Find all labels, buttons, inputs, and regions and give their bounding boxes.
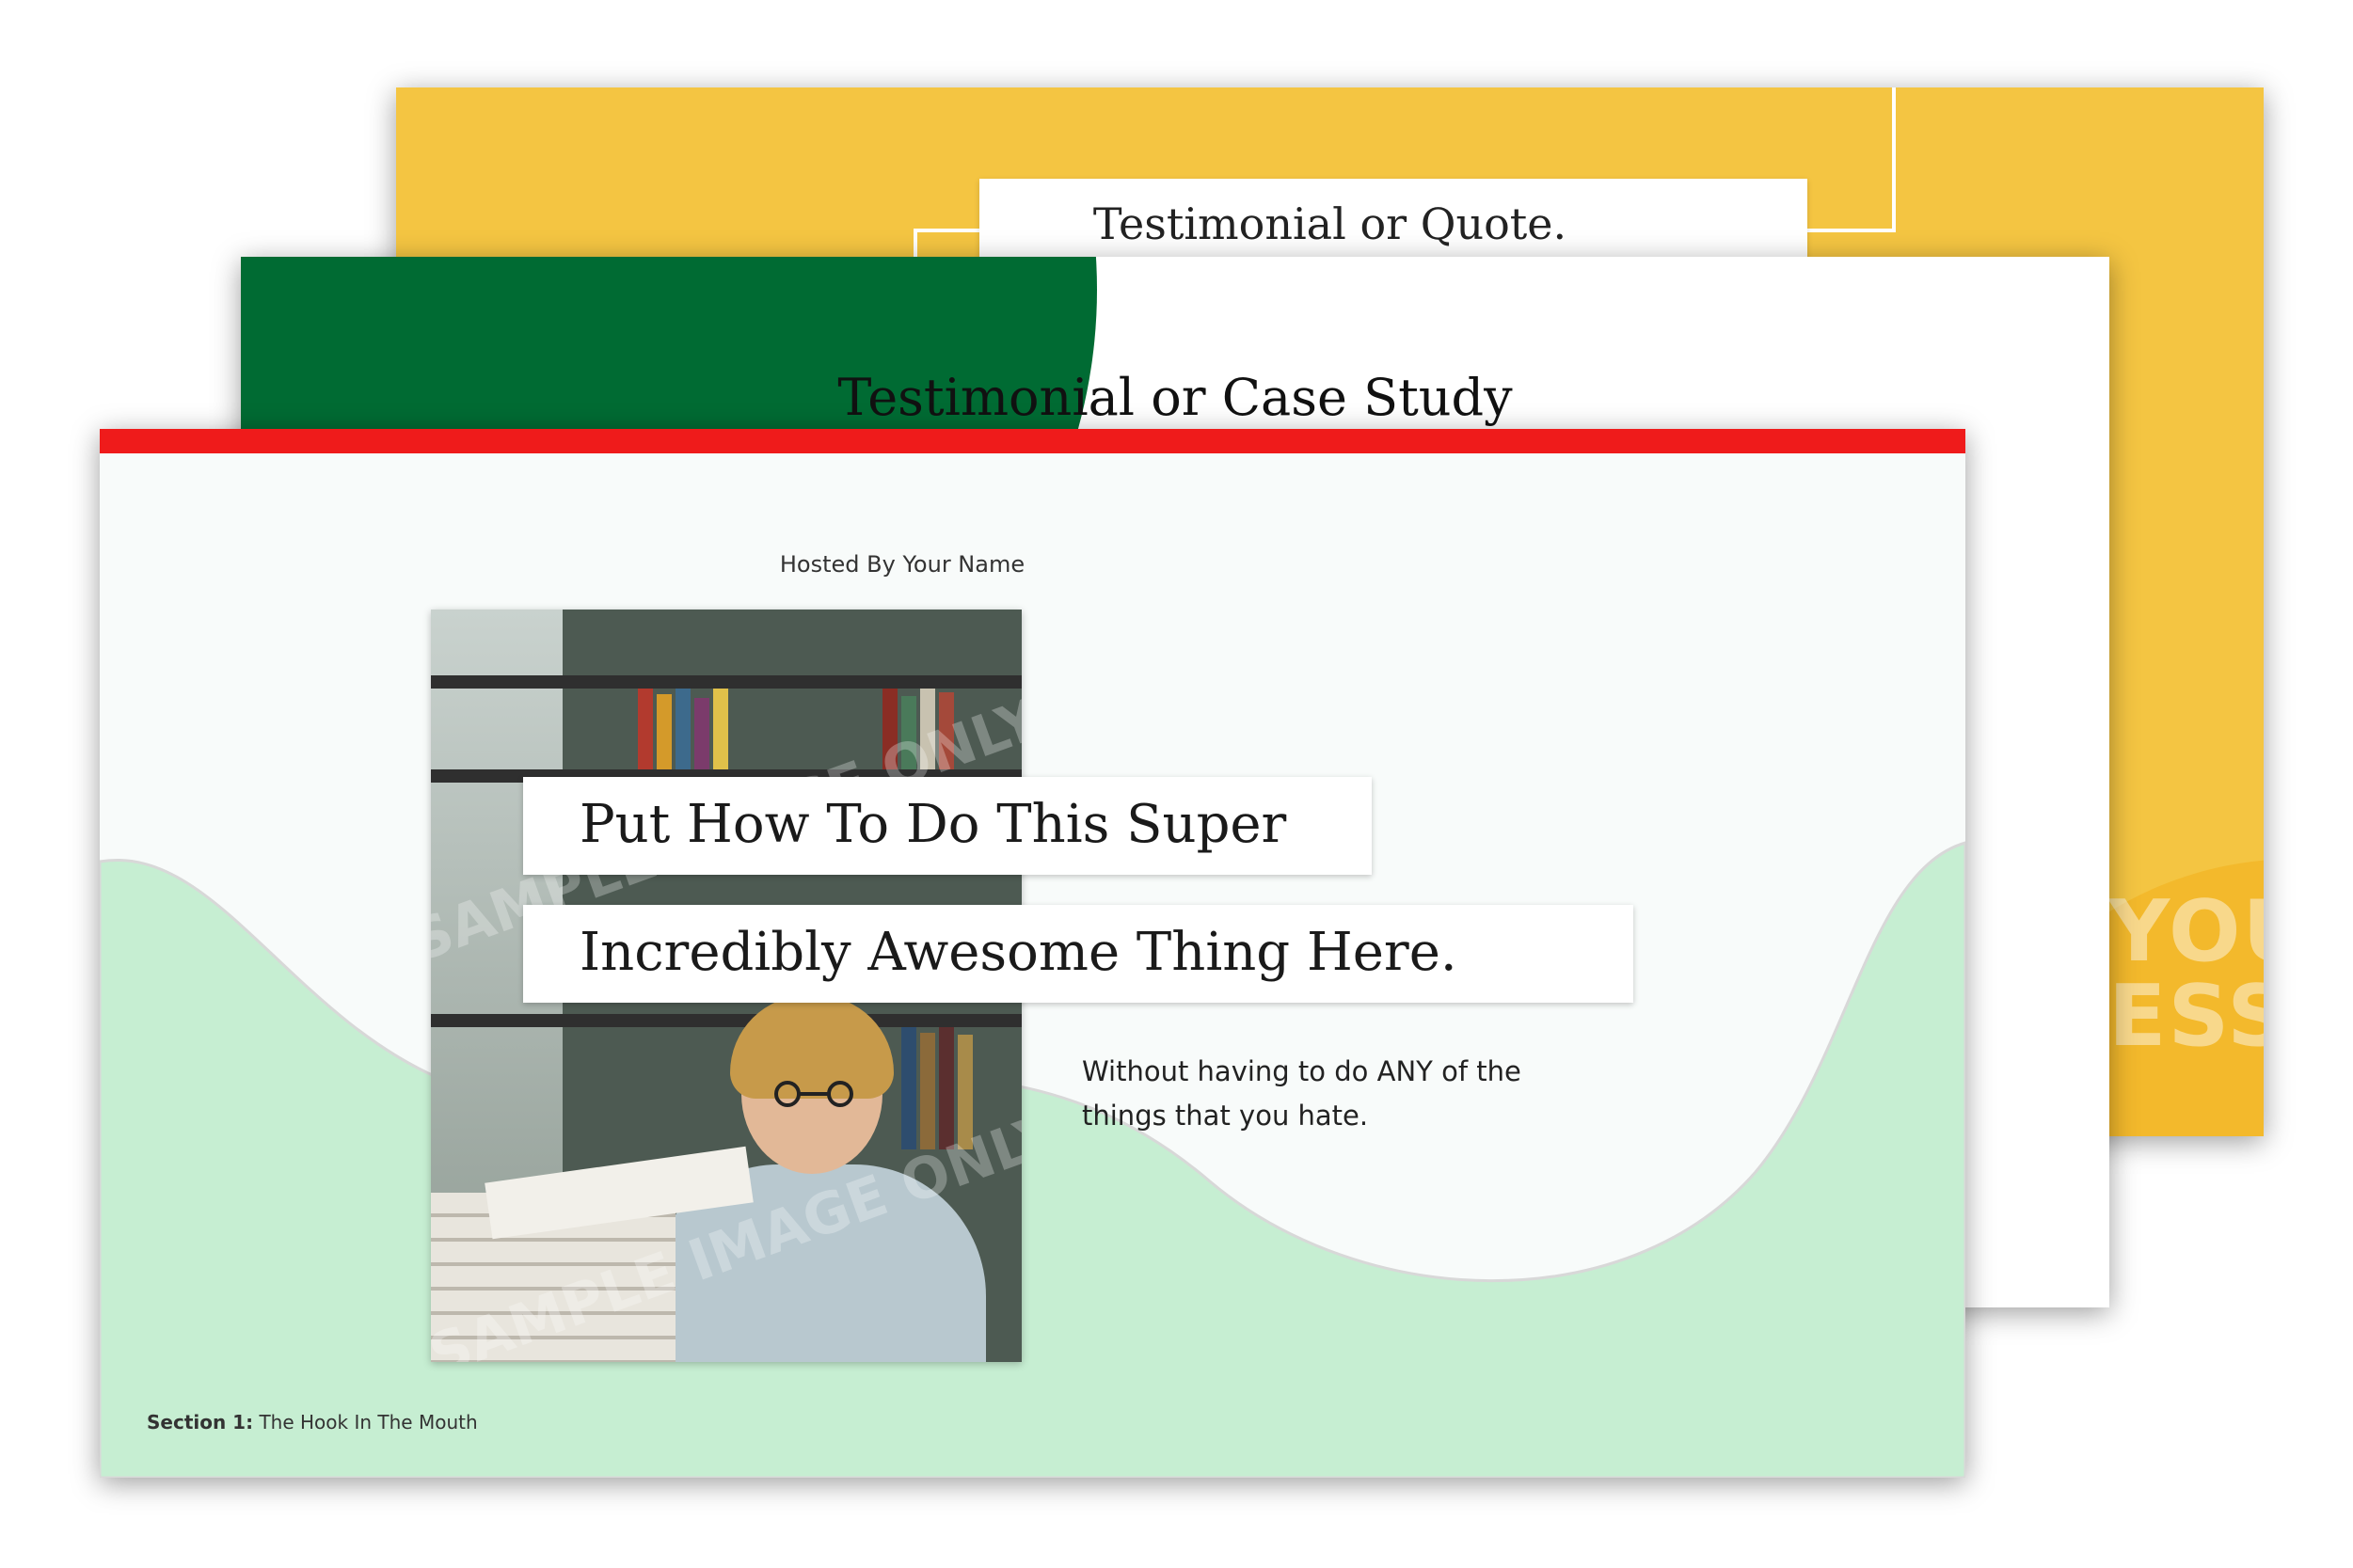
book-spine (657, 694, 672, 769)
case-study-slide-title: Testimonial or Case Study (837, 368, 1513, 427)
subheadline-text: Without having to do ANY of the things t… (1082, 1055, 1521, 1132)
hosted-by-label: Hosted By Your Name (779, 551, 1025, 578)
top-accent-bar (100, 429, 1965, 453)
glasses-icon (774, 1081, 853, 1107)
book-spine (713, 689, 728, 769)
section-name: The Hook In The Mouth (253, 1411, 478, 1433)
bookshelf (431, 675, 1022, 689)
book-spine (638, 689, 653, 769)
headline-box-line-2: Incredibly Awesome Thing Here. (523, 905, 1633, 1003)
book-spine (920, 1033, 935, 1149)
book-spine (939, 1027, 954, 1149)
quote-slide-title: Testimonial or Quote. (1092, 198, 1567, 249)
section-prefix: Section 1: (147, 1411, 254, 1433)
headline-line-2: Incredibly Awesome Thing Here. (580, 922, 1457, 983)
bookshelf (431, 1014, 1022, 1027)
headline-line-1: Put How To Do This Super (580, 794, 1287, 855)
background-word-2: ESS (2108, 967, 2264, 1066)
section-label: Section 1: The Hook In The Mouth (147, 1411, 478, 1433)
slide-hook-title: Hosted By Your Name SAMPLE IMAGE ONLY SA… (100, 429, 1965, 1478)
book-spine (676, 689, 691, 769)
headline-box-line-1: Put How To Do This Super (523, 777, 1372, 875)
book-spine (901, 1027, 916, 1149)
book-spine (694, 698, 709, 769)
